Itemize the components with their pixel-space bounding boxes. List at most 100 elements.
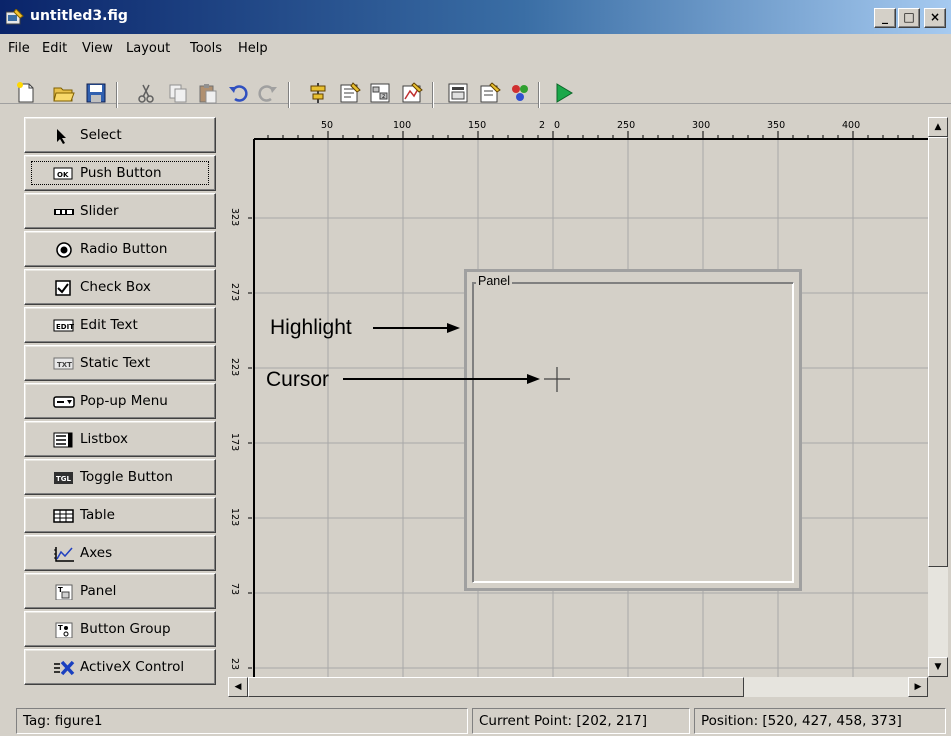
edit-text-icon: EDIT: [53, 319, 74, 332]
palette-check-box-button[interactable]: Check Box: [24, 269, 216, 305]
palette-label: Pop-up Menu: [80, 393, 168, 409]
palette-label: Push Button: [80, 165, 162, 181]
palette-label: Listbox: [80, 431, 129, 447]
svg-text:TXT: TXT: [57, 361, 72, 369]
run-icon[interactable]: [552, 81, 576, 105]
palette-label: Table: [80, 507, 115, 523]
object-browser-icon[interactable]: [478, 81, 502, 105]
palette-label: Button Group: [80, 621, 171, 637]
crosshair-cursor-icon: [544, 367, 570, 392]
menu-view[interactable]: View: [82, 41, 113, 56]
toolbar-separator: [288, 82, 290, 108]
static-text-icon: TXT: [53, 357, 74, 370]
annotation-arrows: [343, 323, 570, 392]
svg-text:TGL: TGL: [56, 475, 72, 483]
push-button-icon: OK: [53, 167, 73, 180]
listbox-icon: [53, 432, 73, 448]
palette-axes-button[interactable]: Axes: [24, 535, 216, 571]
palette-label: ActiveX Control: [80, 659, 185, 675]
align-objects-icon[interactable]: [306, 81, 330, 105]
palette-label: Select: [80, 127, 122, 143]
palette-slider-button[interactable]: Slider: [24, 193, 216, 229]
axes-icon: [54, 547, 74, 562]
horizontal-scroll-thumb[interactable]: [248, 677, 744, 697]
slider-icon: [54, 209, 74, 215]
scroll-right-button[interactable]: ▶: [908, 677, 928, 697]
palette-label: Axes: [80, 545, 113, 561]
scroll-left-button[interactable]: ◀: [228, 677, 248, 697]
menu-tools[interactable]: Tools: [190, 41, 222, 56]
svg-text:EDIT: EDIT: [56, 323, 74, 331]
close-button[interactable]: ×: [924, 8, 946, 28]
menu-editor-icon[interactable]: [338, 81, 362, 105]
title-bar: untitled3.fig _ □ ×: [0, 0, 951, 34]
menu-help[interactable]: Help: [238, 41, 268, 56]
popup-menu-icon: [53, 396, 75, 408]
new-file-icon[interactable]: [14, 81, 38, 105]
palette-label: Slider: [80, 203, 119, 219]
palette-radio-button[interactable]: Radio Button: [24, 231, 216, 267]
toolbar-editor-icon[interactable]: [508, 81, 532, 105]
palette-label: Toggle Button: [80, 469, 173, 485]
vertical-scroll-thumb[interactable]: [928, 137, 948, 567]
button-group-icon: T: [55, 622, 73, 638]
svg-text:OK: OK: [57, 171, 69, 179]
palette-listbox-button[interactable]: Listbox: [24, 421, 216, 457]
palette-activex-control-button[interactable]: ActiveX Control: [24, 649, 216, 685]
save-icon[interactable]: [84, 81, 108, 105]
palette-select-button[interactable]: Select: [24, 117, 216, 153]
toolbar-separator: [538, 82, 540, 108]
activex-control-icon: [54, 660, 75, 676]
toolbar-separator: [116, 82, 118, 108]
radio-button-icon: [56, 242, 72, 258]
table-icon: [53, 509, 74, 523]
svg-text:2: 2: [382, 94, 385, 100]
cursor-annotation-label: Cursor: [266, 368, 330, 391]
menu-file[interactable]: File: [8, 41, 30, 56]
scroll-down-button[interactable]: ▼: [928, 657, 948, 677]
toggle-button-icon: TGL: [54, 472, 73, 484]
toolbar-separator: [432, 82, 434, 108]
status-tag: Tag: figure1: [16, 708, 468, 734]
menu-bar: File Edit View Layout Tools Help: [0, 38, 951, 60]
toolbar: 2: [0, 64, 951, 108]
palette-push-button[interactable]: OK Push Button: [24, 155, 216, 191]
open-folder-icon[interactable]: [52, 81, 76, 105]
check-box-icon: [55, 280, 71, 296]
m-file-editor-icon[interactable]: [400, 81, 424, 105]
status-bar: Tag: figure1 Current Point: [202, 217] P…: [0, 703, 951, 736]
arrow-cursor-icon: [57, 129, 66, 144]
undo-icon[interactable]: [226, 81, 250, 105]
minimize-button[interactable]: _: [874, 8, 896, 28]
horizontal-scrollbar[interactable]: ◀ ▶: [228, 677, 928, 697]
palette-button-group-button[interactable]: T Button Group: [24, 611, 216, 647]
window-title: untitled3.fig: [30, 8, 128, 24]
layout-editor-canvas[interactable]: 50 100 150 2 0 250 300 350 400 323 273 2…: [228, 117, 928, 677]
vertical-scrollbar[interactable]: ▲ ▼: [928, 117, 948, 677]
figure-app-icon: [6, 9, 24, 25]
palette-label: Static Text: [80, 355, 151, 371]
copy-icon[interactable]: [166, 81, 190, 105]
palette-popup-menu-button[interactable]: Pop-up Menu: [24, 383, 216, 419]
palette-toggle-button[interactable]: TGL Toggle Button: [24, 459, 216, 495]
palette-label: Panel: [80, 583, 117, 599]
scroll-up-button[interactable]: ▲: [928, 117, 948, 137]
svg-text:T: T: [58, 624, 63, 632]
palette-edit-text-button[interactable]: EDIT Edit Text: [24, 307, 216, 343]
paste-icon[interactable]: [196, 81, 220, 105]
redo-icon[interactable]: [256, 81, 280, 105]
palette-panel-button[interactable]: T Panel: [24, 573, 216, 609]
cut-icon[interactable]: [134, 81, 158, 105]
tab-order-editor-icon[interactable]: 2: [368, 81, 392, 105]
property-inspector-icon[interactable]: [446, 81, 470, 105]
palette-label: Edit Text: [80, 317, 138, 333]
menu-edit[interactable]: Edit: [42, 41, 67, 56]
panel-icon: T: [55, 584, 73, 600]
palette-table-button[interactable]: Table: [24, 497, 216, 533]
palette-label: Radio Button: [80, 241, 168, 257]
palette-static-text-button[interactable]: TXT Static Text: [24, 345, 216, 381]
maximize-button[interactable]: □: [898, 8, 920, 28]
palette-label: Check Box: [80, 279, 151, 295]
status-current-point: Current Point: [202, 217]: [472, 708, 690, 734]
menu-layout[interactable]: Layout: [126, 41, 170, 56]
